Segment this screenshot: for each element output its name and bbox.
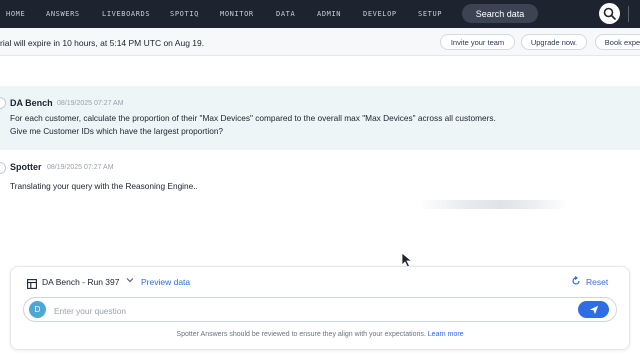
chevron-down-icon[interactable] [126, 276, 134, 286]
nav-data[interactable]: DATA [276, 10, 295, 18]
send-icon [589, 305, 598, 314]
invite-team-button[interactable]: Invite your team [440, 34, 515, 50]
preview-data-link[interactable]: Preview data [141, 277, 190, 287]
upgrade-now-button[interactable]: Upgrade now. [521, 34, 587, 50]
question-placeholder[interactable]: Enter your question [54, 306, 126, 316]
reset-icon[interactable] [571, 276, 581, 288]
trial-message: rial will expire in 10 hours, at 5:14 PM… [0, 38, 205, 48]
message-author: DA Bench [10, 98, 53, 108]
message-timestamp: 08/19/2025 07:27 AM [47, 164, 114, 171]
nav-spotiq[interactable]: SPOTIQ [170, 10, 199, 18]
send-button[interactable] [578, 301, 609, 318]
composer-panel: DA Bench - Run 397 Preview data Reset D … [10, 266, 630, 350]
table-icon [27, 276, 37, 289]
message-author: Spotter [10, 162, 42, 172]
search-icon[interactable] [599, 3, 620, 24]
top-nav: HOME ANSWERS LIVEBOARDS SPOTIQ MONITOR D… [0, 0, 640, 28]
nav-answers[interactable]: ANSWERS [46, 10, 80, 18]
message-timestamp: 08/19/2025 07:27 AM [57, 100, 124, 107]
book-expert-button[interactable]: Book expe [595, 34, 640, 50]
avatar [0, 97, 6, 109]
disclaimer: Spotter Answers should be reviewed to en… [11, 331, 629, 338]
nav-develop[interactable]: DEVELOP [363, 10, 397, 18]
disclaimer-text: Spotter Answers should be reviewed to en… [176, 331, 426, 338]
message-text: For each customer, calculate the proport… [10, 113, 496, 136]
loading-shimmer [418, 200, 568, 209]
nav-admin[interactable]: ADMIN [317, 10, 341, 18]
nav-setup[interactable]: SETUP [418, 10, 442, 18]
question-input[interactable]: D Enter your question [23, 297, 617, 322]
data-source-selector[interactable]: DA Bench - Run 397 [42, 277, 120, 287]
trial-banner: rial will expire in 10 hours, at 5:14 PM… [0, 28, 640, 56]
nav-home[interactable]: HOME [6, 10, 25, 18]
user-message: DA Bench 08/19/2025 07:27 AM For each cu… [0, 86, 640, 150]
message-text: Translating your query with the Reasonin… [10, 181, 198, 191]
nav-liveboards[interactable]: LIVEBOARDS [102, 10, 150, 18]
reset-button[interactable]: Reset [586, 277, 608, 287]
avatar [0, 162, 6, 174]
nav-divider [628, 6, 629, 22]
search-data-button[interactable]: Search data [462, 4, 538, 23]
avatar: D [29, 301, 46, 318]
nav-monitor[interactable]: MONITOR [220, 10, 254, 18]
learn-more-link[interactable]: Learn more [428, 331, 464, 338]
